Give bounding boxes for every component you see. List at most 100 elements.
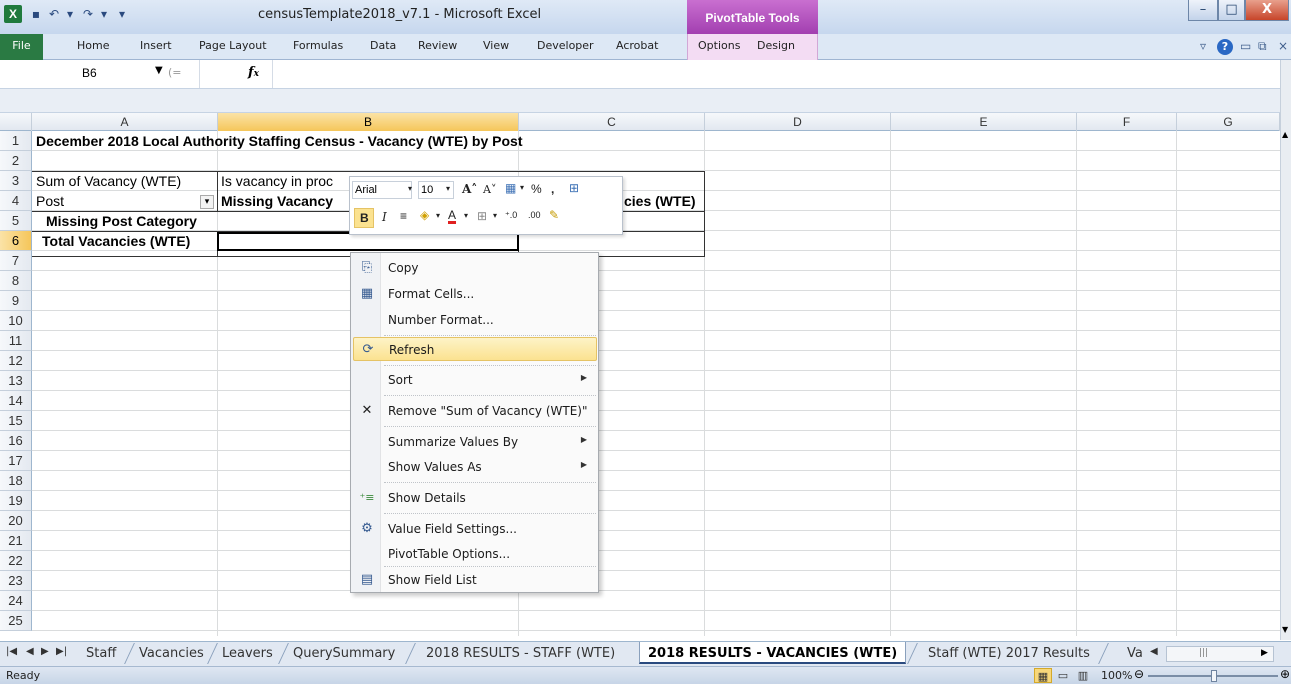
- minimize-button[interactable]: –: [1188, 0, 1218, 21]
- sheet-tab-leavers[interactable]: Leavers: [222, 642, 273, 664]
- next-sheet-icon[interactable]: ▶: [41, 646, 49, 657]
- row-header[interactable]: 22: [0, 551, 32, 571]
- page-layout-view-icon[interactable]: ▭: [1054, 668, 1072, 683]
- tab-formulas[interactable]: Formulas: [293, 39, 343, 52]
- tab-options[interactable]: Options: [698, 39, 740, 52]
- tab-developer[interactable]: Developer: [537, 39, 594, 52]
- insert-function-icon[interactable]: fx: [248, 65, 259, 80]
- menu-item-copy[interactable]: ⎘ Copy: [353, 256, 597, 280]
- tab-acrobat[interactable]: Acrobat: [616, 39, 658, 52]
- tab-insert[interactable]: Insert: [140, 39, 172, 52]
- sheet-tab-vacancies[interactable]: Vacancies: [139, 642, 204, 664]
- normal-view-icon[interactable]: ▦: [1034, 668, 1052, 683]
- redo-dropdown-icon[interactable]: ▾: [96, 5, 112, 23]
- zoom-slider[interactable]: [1148, 670, 1278, 682]
- tab-design[interactable]: Design: [757, 39, 795, 52]
- fill-color-dropdown-icon[interactable]: ▾: [436, 211, 440, 220]
- row-header[interactable]: 5: [0, 211, 32, 231]
- menu-item-format-cells[interactable]: ▦ Format Cells...: [353, 282, 597, 306]
- help-icon[interactable]: ?: [1217, 39, 1233, 55]
- cell-a4[interactable]: Post: [36, 193, 64, 209]
- menu-item-pivottable-options[interactable]: PivotTable Options...: [353, 542, 597, 566]
- redo-icon[interactable]: ↷: [80, 5, 96, 23]
- workbook-restore-icon[interactable]: ⧉: [1258, 39, 1267, 54]
- column-header-f[interactable]: F: [1077, 113, 1177, 131]
- format-painter-grid-icon[interactable]: ⊞: [569, 181, 579, 195]
- row-header[interactable]: 4: [0, 191, 32, 211]
- zoom-out-icon[interactable]: ⊖: [1134, 667, 1144, 681]
- undo-dropdown-icon[interactable]: ▾: [62, 5, 78, 23]
- row-header-selected[interactable]: 6: [0, 231, 32, 251]
- fill-color-icon[interactable]: ◈: [420, 208, 429, 222]
- row-header[interactable]: 21: [0, 531, 32, 551]
- menu-item-number-format[interactable]: Number Format...: [353, 308, 597, 332]
- font-color-dropdown-icon[interactable]: ▾: [464, 211, 468, 220]
- column-header-g[interactable]: G: [1177, 113, 1280, 131]
- cell-a1-report-title[interactable]: December 2018 Local Authority Staffing C…: [36, 133, 523, 149]
- center-align-icon[interactable]: ≡: [400, 209, 407, 223]
- menu-item-value-field-settings[interactable]: ⚙ Value Field Settings...: [353, 517, 597, 541]
- row-header[interactable]: 24: [0, 591, 32, 611]
- sheet-tab-truncated[interactable]: Va: [1127, 642, 1143, 664]
- sheet-tab-staff-2017-results[interactable]: Staff (WTE) 2017 Results: [928, 642, 1090, 664]
- menu-item-show-values-as[interactable]: Show Values As ▶: [353, 455, 597, 479]
- row-header[interactable]: 3: [0, 171, 32, 191]
- workbook-minimize-icon[interactable]: ▭: [1240, 39, 1251, 53]
- column-header-e[interactable]: E: [891, 113, 1077, 131]
- row-header[interactable]: 13: [0, 371, 32, 391]
- cell-a6[interactable]: Total Vacancies (WTE): [42, 233, 190, 249]
- italic-button[interactable]: I: [382, 210, 387, 224]
- sheet-tab-querysummary[interactable]: QuerySummary: [293, 642, 395, 664]
- tab-home[interactable]: Home: [77, 39, 109, 52]
- cell-a3[interactable]: Sum of Vacancy (WTE): [36, 173, 181, 189]
- menu-item-summarize-values-by[interactable]: Summarize Values By ▶: [353, 430, 597, 454]
- row-header[interactable]: 15: [0, 411, 32, 431]
- excel-app-icon[interactable]: X: [4, 5, 22, 23]
- row-header[interactable]: 10: [0, 311, 32, 331]
- undo-icon[interactable]: ↶: [46, 5, 62, 23]
- font-color-button[interactable]: A: [448, 208, 456, 222]
- cell-a5[interactable]: Missing Post Category: [46, 213, 197, 229]
- font-name-box[interactable]: Arial: [352, 181, 412, 199]
- row-header[interactable]: 19: [0, 491, 32, 511]
- scroll-down-icon[interactable]: ▼: [1282, 625, 1288, 634]
- save-icon[interactable]: ▪: [28, 5, 44, 23]
- menu-item-sort[interactable]: Sort ▶: [353, 368, 597, 392]
- column-header-b[interactable]: B: [218, 113, 519, 131]
- decrease-decimal-icon[interactable]: .00: [528, 210, 541, 220]
- bold-button[interactable]: B: [354, 208, 374, 228]
- grow-font-icon[interactable]: A˄: [462, 182, 477, 196]
- accounting-dropdown-icon[interactable]: ▾: [520, 183, 524, 192]
- cell-b4[interactable]: Missing Vacancy: [221, 193, 333, 209]
- column-header-c[interactable]: C: [519, 113, 705, 131]
- zoom-slider-thumb[interactable]: [1211, 670, 1217, 682]
- row-header[interactable]: 17: [0, 451, 32, 471]
- prev-sheet-icon[interactable]: ◀: [26, 646, 34, 657]
- tab-view[interactable]: View: [483, 39, 509, 52]
- workbook-close-icon[interactable]: ×: [1278, 39, 1288, 53]
- menu-item-show-details[interactable]: ⁺≡ Show Details: [353, 486, 597, 510]
- worksheet-grid[interactable]: December 2018 Local Authority Staffing C…: [32, 131, 1280, 636]
- tab-split-handle-icon[interactable]: ◀: [1150, 646, 1158, 657]
- menu-item-show-field-list[interactable]: ▤ Show Field List: [353, 568, 597, 592]
- tab-data[interactable]: Data: [370, 39, 396, 52]
- row-header[interactable]: 23: [0, 571, 32, 591]
- cell-b3[interactable]: Is vacancy in proc: [221, 173, 351, 189]
- column-header-d[interactable]: D: [705, 113, 891, 131]
- tab-page-layout[interactable]: Page Layout: [199, 39, 267, 52]
- row-header[interactable]: 8: [0, 271, 32, 291]
- sheet-tab-2018-results-vacancies[interactable]: 2018 RESULTS - VACANCIES (WTE): [639, 642, 907, 664]
- formula-input[interactable]: [272, 60, 1280, 88]
- page-break-preview-icon[interactable]: ▥: [1074, 668, 1092, 683]
- row-header[interactable]: 25: [0, 611, 32, 631]
- percent-style-button[interactable]: %: [531, 182, 542, 196]
- row-header[interactable]: 9: [0, 291, 32, 311]
- scroll-up-icon[interactable]: ▲: [1282, 130, 1288, 139]
- maximize-button[interactable]: □: [1218, 0, 1245, 21]
- first-sheet-icon[interactable]: |◀: [6, 646, 17, 657]
- row-header[interactable]: 14: [0, 391, 32, 411]
- customize-quick-access-icon[interactable]: ▾: [114, 5, 130, 23]
- close-button[interactable]: X: [1245, 0, 1289, 21]
- zoom-level[interactable]: 100%: [1101, 669, 1132, 682]
- menu-item-refresh[interactable]: ⟳ Refresh: [353, 337, 597, 361]
